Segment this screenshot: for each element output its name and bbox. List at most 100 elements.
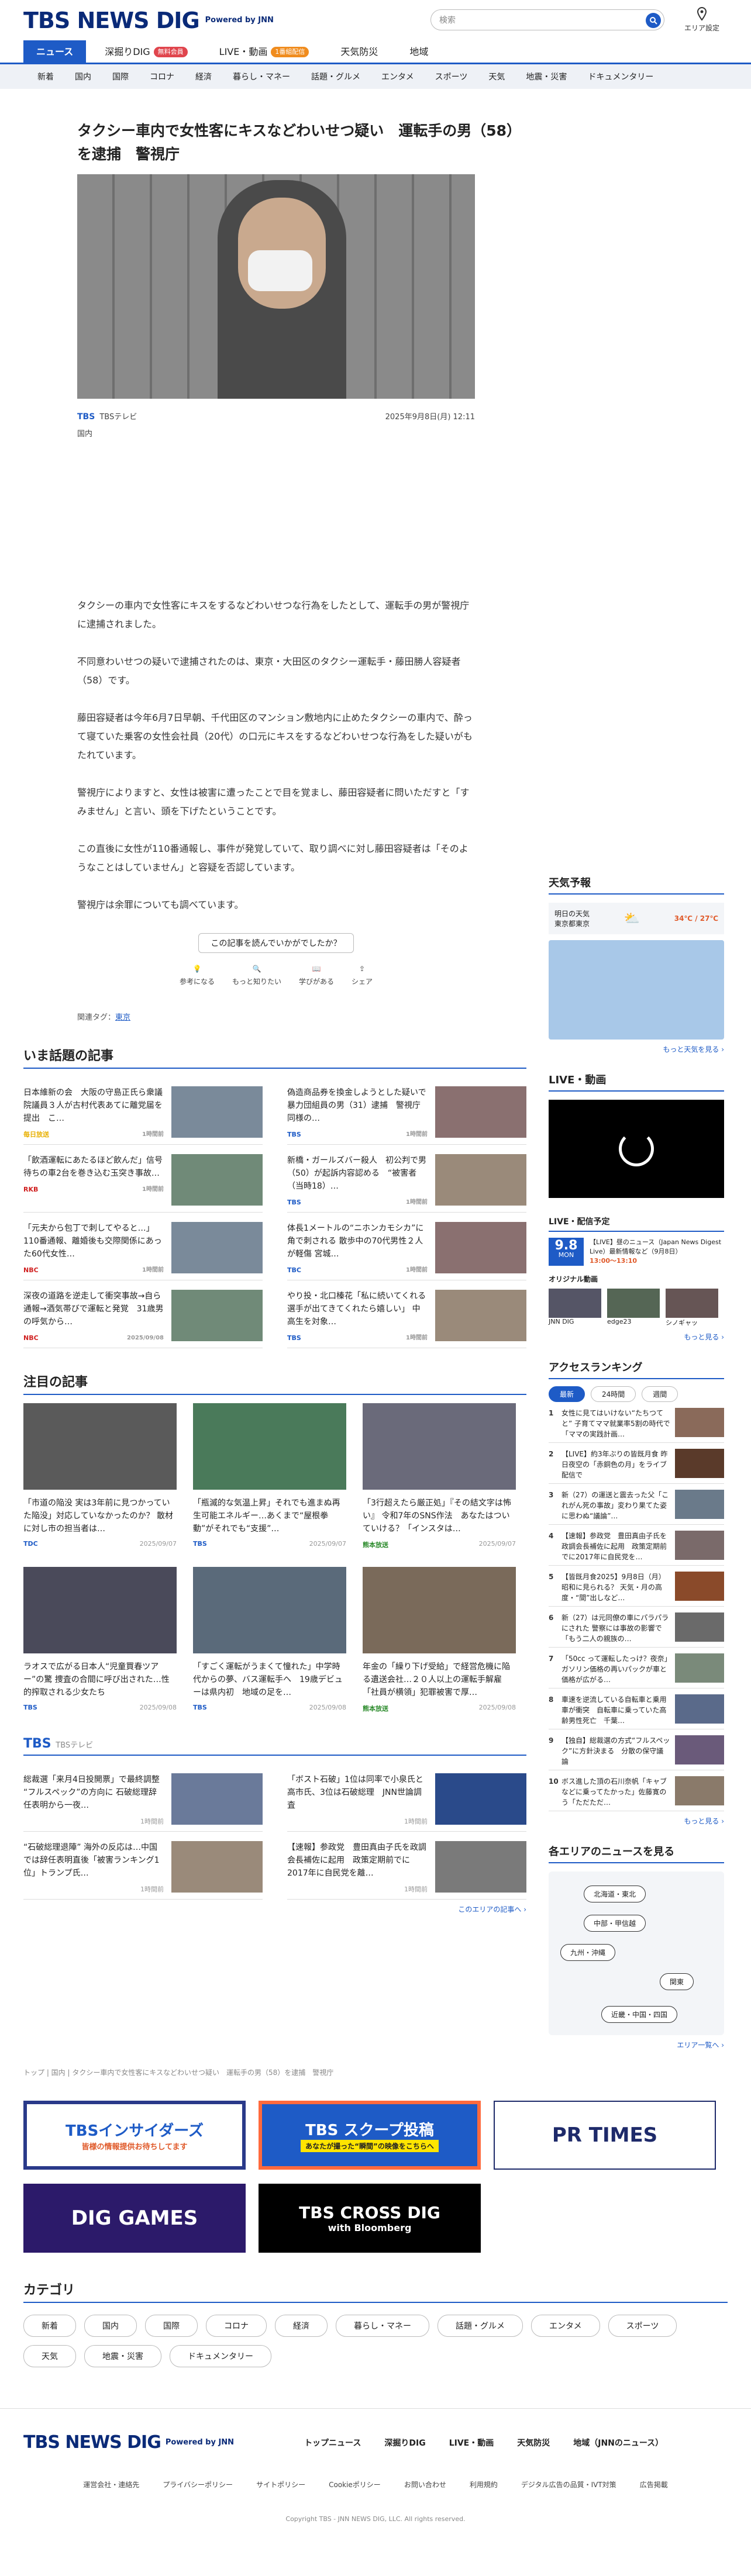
featured-card[interactable]: 「瓶滅的な気温上昇」それでも進まぬ再生可能エネルギー…あくまで“屋根拳動”がそれ…: [193, 1403, 346, 1549]
ranking-item[interactable]: 4 【速報】参政党 豊田真由子氏を政調会長補佐に起用 政策定期前でに2017年に自…: [549, 1525, 724, 1566]
article-category[interactable]: 国内: [77, 427, 533, 438]
tbs-card[interactable]: “石破総理退陣” 海外の反応は…中国では辞任表明直後「被害ランキング1位」トラン…: [23, 1832, 263, 1900]
live-schedule-item[interactable]: 9.8 MON 【LIVE】昼のニュース（Japan News Digest Li…: [549, 1238, 724, 1266]
ranking-more-link[interactable]: もっと見る ›: [549, 1816, 724, 1826]
banner-insiders[interactable]: TBSインサイダーズ 皆様の情報提供お待ちしてます: [23, 2101, 246, 2170]
footer-link[interactable]: 天気防災: [517, 2437, 550, 2449]
weather-map[interactable]: [549, 940, 724, 1040]
banner-dig-games[interactable]: DIG GAMES: [23, 2184, 246, 2253]
banner-prtimes[interactable]: PR TIMES: [494, 2101, 716, 2170]
trending-card[interactable]: 偽造商品券を換金しようとした疑いで暴力団組員の男（31）逮捕 警視庁 同様の… T…: [287, 1077, 526, 1145]
nav-tab-dig[interactable]: 深掘りDIG 無料会員: [92, 40, 200, 64]
search-input[interactable]: 検索: [430, 9, 664, 30]
footer-sub-link[interactable]: 運営会社・連絡先: [83, 2480, 139, 2489]
category-link[interactable]: エンタメ: [371, 71, 425, 82]
tbs-card[interactable]: 【速報】参政党 豊田真由子氏を政調会長補佐に起用 政策定期前でに2017年に自民…: [287, 1832, 526, 1900]
live-video-player[interactable]: [549, 1100, 724, 1198]
ranking-item[interactable]: 8 車速を逆流している自転車と乗用車が衝突 自転車に乗っていた高齢男性死亡 千葉…: [549, 1688, 724, 1729]
area-kyushu[interactable]: 九州・沖縄: [560, 1944, 616, 1961]
footer-link[interactable]: LIVE・動画: [449, 2437, 494, 2449]
category-pill[interactable]: ドキュメンタリー: [170, 2345, 271, 2367]
category-link[interactable]: 天気: [478, 71, 515, 82]
feedback-helpful-button[interactable]: 💡 参考になる: [180, 965, 215, 986]
area-setting-button[interactable]: エリア設定: [684, 6, 719, 33]
weather-widget[interactable]: 明日の天気 東京都東京 ⛅ 34℃ / 27℃: [549, 903, 724, 1040]
footer-sub-link[interactable]: プライバシーポリシー: [163, 2480, 233, 2489]
trending-card[interactable]: 「元夫から包丁で刺してやると…」110番通報、離婚後も交際関係にあった60代女性…: [23, 1213, 263, 1280]
footer-sub-link[interactable]: 利用規約: [470, 2480, 498, 2489]
footer-link[interactable]: 地域（JNNのニュース）: [573, 2437, 663, 2449]
ranking-item[interactable]: 1 女性に見てはいけない“たちつてと” 子育てママ就業率5割の時代で「ママの実践計…: [549, 1402, 724, 1443]
nav-tab-news[interactable]: ニュース: [23, 40, 87, 64]
trending-card[interactable]: 日本維新の会 大阪の守島正氏ら衆議院議員３人が古村代表あてに離党届を提出 こ… 毎…: [23, 1077, 263, 1145]
footer-logo[interactable]: TBS NEWS DIG: [23, 2432, 161, 2453]
category-link[interactable]: 暮らし・マネー: [222, 71, 301, 82]
trending-card[interactable]: 深夜の道路を逆走して衝突事故→自ら通報→酒気帯びで運転と発覚 31歳男の呼気から…: [23, 1280, 263, 1348]
footer-sub-link[interactable]: デジタル広告の品質・IVT対策: [521, 2480, 616, 2489]
category-link[interactable]: 地震・災害: [515, 71, 577, 82]
category-link[interactable]: 新着: [27, 71, 64, 82]
featured-card[interactable]: ラオスで広がる日本人“児童買春ツアー”の驚 捜査の合間に呼び出された…性的搾取さ…: [23, 1567, 177, 1713]
tbs-card[interactable]: 総裁選「来月4日投開票」で最終調整 “フルスペック”の方向に 石破総理辞任表明か…: [23, 1764, 263, 1832]
areas-more-link[interactable]: エリア一覧へ ›: [549, 2040, 724, 2050]
footer-sub-link[interactable]: 広告掲載: [640, 2480, 668, 2489]
trending-card[interactable]: やり投・北口榛花「私に続いてくれる選手が出てきてくれたら嬉しい」 中高生を対象……: [287, 1280, 526, 1348]
footer-link[interactable]: トップニュース: [304, 2437, 361, 2449]
featured-card[interactable]: 「3行超えたら厳正処」『その結文字は怖い』 令和7年のSNS作法 あなたはついて…: [363, 1403, 516, 1549]
featured-card[interactable]: 「市道の陥没 実は3年前に見つかっていた陥没」対応していなかったのか？ 散材に対…: [23, 1403, 177, 1549]
weather-more-link[interactable]: もっと天気を見る ›: [549, 1044, 724, 1054]
original-video-item[interactable]: JNN DIG: [549, 1289, 601, 1327]
site-logo[interactable]: TBS NEWS DIG Powered by JNN: [23, 8, 274, 33]
nav-tab-weather[interactable]: 天気防災: [328, 40, 391, 64]
category-pill[interactable]: 経済: [275, 2315, 328, 2337]
search-button[interactable]: [646, 13, 661, 28]
area-kinki[interactable]: 近畿・中国・四国: [601, 2006, 678, 2023]
featured-card[interactable]: 「すごく運転がうまくて憧れた」中学時代からの夢、バス運転手へ 19歳デビューは県…: [193, 1567, 346, 1713]
area-chubu[interactable]: 中部・甲信越: [584, 1915, 646, 1932]
category-link[interactable]: ドキュメンタリー: [577, 71, 664, 82]
category-pill[interactable]: 地震・災害: [84, 2345, 161, 2367]
ranking-item[interactable]: 7 「50cc って運転したっけ？夜奈」ガソリン価格の再いパックが車と価格が広がる…: [549, 1648, 724, 1688]
footer-sub-link[interactable]: サイトポリシー: [256, 2480, 305, 2489]
ranking-item[interactable]: 10 ボス進した頂の石川奈帆「キャブなどに乗ってたかった」佐藤寛のう「ただただ…: [549, 1770, 724, 1811]
share-button[interactable]: ⇪ シェア: [352, 965, 373, 986]
trending-card[interactable]: 「飲酒運転にあたるほど飲んだ」信号待ちの車2台を巻き込む玉突き事故… RKB 1時間…: [23, 1145, 263, 1213]
ranking-item[interactable]: 2 【LIVE】約3年ぶりの皆既月食 昨日夜空の「赤銅色の月」をライブ配信で: [549, 1443, 724, 1484]
feedback-learn-button[interactable]: 📖 学びがある: [299, 965, 334, 986]
tag-link[interactable]: 東京: [115, 1013, 130, 1022]
ranking-tab-week[interactable]: 週間: [642, 1386, 678, 1402]
featured-card[interactable]: 年金の「繰り下げ受給」で経営危機に陥る遺送会社…２０人以上の運転手解雇「社員が横…: [363, 1567, 516, 1713]
banner-cross-dig[interactable]: TBS CROSS DIG with Bloomberg: [259, 2184, 481, 2253]
original-video-item[interactable]: edge23: [607, 1289, 660, 1327]
live-more-link[interactable]: もっと見る ›: [549, 1332, 724, 1342]
category-pill[interactable]: コロナ: [206, 2315, 267, 2337]
ranking-item[interactable]: 9 【独自】総裁選の方式“フルスペック”に方針決まる 分散の保守議論: [549, 1729, 724, 1770]
trending-card[interactable]: 体長1メートルの“ニホンカモシカ”に角で刺される 散歩中の70代男性２人が軽傷 …: [287, 1213, 526, 1280]
category-pill[interactable]: 暮らし・マネー: [336, 2315, 429, 2337]
footer-link[interactable]: 深掘りDIG: [384, 2437, 425, 2449]
ranking-tab-24h[interactable]: 24時間: [591, 1386, 636, 1402]
footer-sub-link[interactable]: お問い合わせ: [404, 2480, 446, 2489]
category-link[interactable]: 国内: [64, 71, 102, 82]
tbs-card[interactable]: 「ボスト石破」1位は同率で小泉氏と高市氏、3位は石破総理 JNN世論調査 1時間前: [287, 1764, 526, 1832]
trending-card[interactable]: 新橋・ガールズバー殺人 初公判で男（50）が起訴内容認める “被害者（当時18）…: [287, 1145, 526, 1213]
nav-tab-region[interactable]: 地域: [397, 40, 441, 64]
tbs-more-link[interactable]: このエリアの記事へ ›: [23, 1904, 526, 1914]
footer-sub-link[interactable]: Cookieポリシー: [329, 2480, 381, 2489]
ranking-item[interactable]: 5 【皆既月食2025】9月8日（月）昭和に見られる？ 天気・月の高度・“間”出し…: [549, 1566, 724, 1607]
category-link[interactable]: 話題・グルメ: [301, 71, 371, 82]
category-pill[interactable]: 国内: [84, 2315, 137, 2337]
feedback-more-button[interactable]: 🔍 もっと知りたい: [232, 965, 281, 986]
banner-scoop[interactable]: TBS スクープ投稿 あなたが撮った“瞬間”の映像をこちらへ: [259, 2101, 481, 2170]
ranking-tab-latest[interactable]: 最新: [549, 1386, 585, 1402]
category-pill[interactable]: 国際: [145, 2315, 198, 2337]
category-link[interactable]: コロナ: [139, 71, 185, 82]
original-video-item[interactable]: シノギャッ: [666, 1289, 718, 1327]
ranking-item[interactable]: 6 新（27）は元同僚の車にパラパラにされた 警察には事故の影響で「もう二人の親族…: [549, 1607, 724, 1648]
nav-tab-live[interactable]: LIVE・動画 1番組配信: [206, 40, 322, 64]
ranking-item[interactable]: 3 新（27）の運送と震去った父「これがん死の事故」変わり果てた姿に思わぬ“議論”…: [549, 1484, 724, 1525]
category-pill[interactable]: スポーツ: [608, 2315, 677, 2337]
category-pill[interactable]: 新着: [23, 2315, 76, 2337]
area-kanto[interactable]: 関東: [660, 1973, 694, 1990]
category-pill[interactable]: エンタメ: [531, 2315, 600, 2337]
